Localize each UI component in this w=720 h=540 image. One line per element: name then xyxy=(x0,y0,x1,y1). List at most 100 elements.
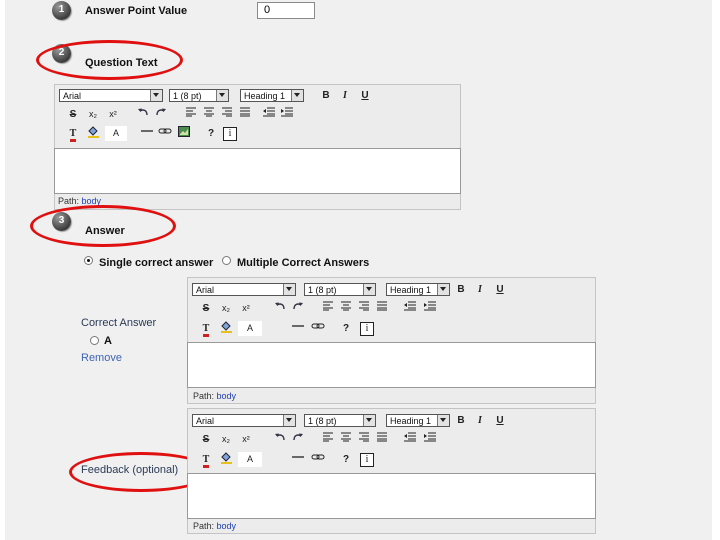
italic-button[interactable]: I xyxy=(472,413,488,428)
single-answer-radio[interactable] xyxy=(84,256,93,265)
outdent-button[interactable] xyxy=(402,301,418,316)
outdent-button[interactable] xyxy=(261,107,277,122)
undo-button[interactable] xyxy=(272,432,288,447)
font-size-value: 1 (8 pt) xyxy=(308,416,337,426)
horizontal-rule-button[interactable] xyxy=(139,126,155,141)
align-left-button[interactable] xyxy=(320,301,336,316)
chevron-down-icon xyxy=(283,284,295,295)
underline-button[interactable]: U xyxy=(492,413,508,428)
background-color-button[interactable]: A xyxy=(105,126,127,141)
multiple-answers-radio[interactable] xyxy=(222,256,231,265)
format-value: Heading 1 xyxy=(244,91,286,101)
info-button[interactable]: i xyxy=(360,322,374,336)
font-family-select[interactable]: Arial xyxy=(192,414,296,427)
help-button[interactable]: ? xyxy=(338,321,354,336)
align-right-button[interactable] xyxy=(356,301,372,316)
redo-icon xyxy=(293,302,303,310)
feedback-text-area[interactable] xyxy=(187,473,596,519)
subscript-button[interactable]: x₂ xyxy=(218,432,234,447)
choice-a-radio[interactable] xyxy=(90,336,99,345)
text-color-button[interactable]: T xyxy=(65,126,81,142)
info-button[interactable]: i xyxy=(360,453,374,467)
text-color-button[interactable]: T xyxy=(198,452,214,468)
redo-button[interactable] xyxy=(153,107,169,122)
subscript-button[interactable]: x₂ xyxy=(218,301,234,316)
paint-bucket-icon xyxy=(87,126,99,138)
subscript-button[interactable]: x₂ xyxy=(85,107,101,122)
fill-color-button[interactable] xyxy=(218,321,234,336)
undo-button[interactable] xyxy=(135,107,151,122)
remove-link[interactable]: Remove xyxy=(81,352,122,364)
strikethrough-button[interactable]: S xyxy=(198,301,214,316)
outdent-icon xyxy=(404,432,416,442)
background-color-button[interactable]: A xyxy=(238,321,262,336)
horizontal-rule-button[interactable] xyxy=(290,452,306,467)
font-family-select[interactable]: Arial xyxy=(192,283,296,296)
superscript-button[interactable]: x² xyxy=(105,107,121,122)
align-center-button[interactable] xyxy=(338,432,354,447)
indent-button[interactable] xyxy=(422,301,438,316)
chevron-down-icon xyxy=(216,90,228,101)
bold-button[interactable]: B xyxy=(318,88,334,103)
undo-button[interactable] xyxy=(272,301,288,316)
question-text-area[interactable] xyxy=(54,148,461,194)
justify-icon xyxy=(377,432,387,442)
redo-icon xyxy=(293,433,303,441)
format-select[interactable]: Heading 1 xyxy=(386,283,450,296)
answer-text-area[interactable] xyxy=(187,342,596,388)
justify-button[interactable] xyxy=(374,432,390,447)
font-size-select[interactable]: 1 (8 pt) xyxy=(304,283,376,296)
align-left-button[interactable] xyxy=(183,107,199,122)
info-button[interactable]: i xyxy=(223,127,237,141)
insert-link-button[interactable] xyxy=(310,452,326,467)
indent-button[interactable] xyxy=(279,107,295,122)
bold-button[interactable]: B xyxy=(453,282,469,297)
justify-button[interactable] xyxy=(237,107,253,122)
fill-color-button[interactable] xyxy=(85,126,101,141)
font-size-select[interactable]: 1 (8 pt) xyxy=(304,414,376,427)
format-select[interactable]: Heading 1 xyxy=(240,89,304,102)
horizontal-rule-button[interactable] xyxy=(290,321,306,336)
text-color-button[interactable]: T xyxy=(198,321,214,337)
font-size-select[interactable]: 1 (8 pt) xyxy=(169,89,229,102)
underline-button[interactable]: U xyxy=(492,282,508,297)
font-family-value: Arial xyxy=(196,285,215,295)
insert-link-button[interactable] xyxy=(157,126,173,141)
font-family-select[interactable]: Arial xyxy=(59,89,163,102)
justify-button[interactable] xyxy=(374,301,390,316)
align-center-icon xyxy=(341,301,351,311)
italic-button[interactable]: I xyxy=(472,282,488,297)
chevron-down-icon xyxy=(363,284,375,295)
help-button[interactable]: ? xyxy=(338,452,354,467)
insert-image-button[interactable] xyxy=(176,126,192,141)
underline-button[interactable]: U xyxy=(357,88,373,103)
answer-point-input[interactable]: 0 xyxy=(257,2,315,19)
insert-image-button[interactable] xyxy=(312,321,328,336)
indent-button[interactable] xyxy=(422,432,438,447)
superscript-button[interactable]: x² xyxy=(238,432,254,447)
format-value: Heading 1 xyxy=(390,416,432,426)
chevron-down-icon xyxy=(150,90,162,101)
background-color-button[interactable]: A xyxy=(238,452,262,467)
help-button[interactable]: ? xyxy=(203,126,219,141)
format-select[interactable]: Heading 1 xyxy=(386,414,450,427)
align-right-button[interactable] xyxy=(356,432,372,447)
horizontal-rule-icon xyxy=(292,456,304,458)
redo-button[interactable] xyxy=(290,432,306,447)
italic-button[interactable]: I xyxy=(337,88,353,103)
path-body-link[interactable]: body xyxy=(217,391,237,401)
outdent-button[interactable] xyxy=(402,432,418,447)
align-right-button[interactable] xyxy=(219,107,235,122)
justify-icon xyxy=(240,107,250,117)
redo-button[interactable] xyxy=(290,301,306,316)
strikethrough-button[interactable]: S xyxy=(198,432,214,447)
bold-button[interactable]: B xyxy=(453,413,469,428)
superscript-button[interactable]: x² xyxy=(238,301,254,316)
align-center-button[interactable] xyxy=(338,301,354,316)
align-left-button[interactable] xyxy=(320,432,336,447)
step-1-number: 1 xyxy=(58,4,65,15)
strikethrough-button[interactable]: S xyxy=(65,107,81,122)
fill-color-button[interactable] xyxy=(218,452,234,467)
path-body-link[interactable]: body xyxy=(217,521,237,531)
align-center-button[interactable] xyxy=(201,107,217,122)
